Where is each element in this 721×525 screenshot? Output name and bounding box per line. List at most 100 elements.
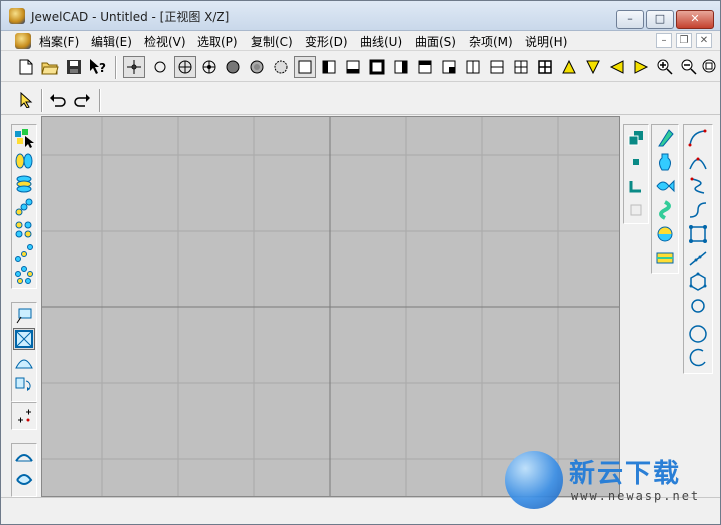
rotate-icon[interactable] — [13, 374, 35, 396]
filled-circle-icon[interactable] — [222, 56, 244, 78]
view-box-icon[interactable] — [13, 305, 35, 327]
menu-help[interactable]: 说明(H) — [525, 33, 567, 50]
menu-deform[interactable]: 变形(D) — [305, 33, 348, 50]
svg-text:?: ? — [99, 61, 106, 75]
jewelcad-window: JewelCAD - Untitled - [正视图 X/Z] – □ ✕ 档案… — [0, 0, 721, 525]
points-icon[interactable] — [13, 405, 35, 427]
watermark-title: 新云下载 — [569, 459, 682, 489]
curve-s-icon[interactable] — [687, 175, 709, 197]
main-toolbar: ? — [1, 54, 720, 82]
toolbar-separator — [115, 56, 117, 79]
jewelcad-app-icon[interactable] — [9, 8, 25, 24]
left-toolbar — [1, 116, 41, 497]
menu-surface[interactable]: 曲面(S) — [415, 33, 456, 50]
vertical-split-icon[interactable] — [462, 56, 484, 78]
minimize-button[interactable]: – — [616, 10, 644, 29]
vase-icon[interactable] — [654, 151, 676, 173]
top-left-view-icon[interactable] — [438, 56, 460, 78]
watermark-logo-icon — [505, 451, 563, 509]
mdi-restore-button[interactable]: ❐ — [676, 33, 692, 48]
tool-group-curve — [683, 124, 713, 374]
drawing-canvas[interactable] — [41, 116, 620, 497]
left-half-view-icon[interactable] — [318, 56, 340, 78]
redo-icon[interactable] — [71, 89, 93, 111]
gray-circle-icon[interactable] — [246, 56, 268, 78]
menu-edit[interactable]: 编辑(E) — [91, 33, 132, 50]
mdi-minimize-button[interactable]: – — [656, 33, 672, 48]
polyline-icon[interactable] — [687, 247, 709, 269]
array-icon[interactable] — [13, 196, 35, 218]
menu-misc[interactable]: 杂项(M) — [469, 33, 513, 50]
stack-icon[interactable] — [13, 173, 35, 195]
curve-step-icon[interactable] — [687, 199, 709, 221]
blank-square-icon[interactable] — [625, 199, 647, 221]
menu-bar: 档案(F) 编辑(E) 检视(V) 选取(P) 复制(C) 变形(D) 曲线(U… — [1, 31, 720, 51]
triangle-right-icon[interactable] — [630, 56, 652, 78]
square-view-icon[interactable] — [294, 56, 316, 78]
pick-point-icon[interactable] — [123, 56, 145, 78]
closed-curve-icon[interactable] — [687, 271, 709, 293]
frame-icon[interactable] — [13, 328, 35, 350]
ring-array-icon[interactable] — [13, 265, 35, 287]
title-bar[interactable]: JewelCAD - Untitled - [正视图 X/Z] – □ ✕ — [1, 1, 720, 31]
nib-icon[interactable] — [654, 127, 676, 149]
secondary-toolbar — [1, 85, 720, 115]
zoom-fit-icon[interactable] — [700, 56, 718, 78]
dashed-circle-icon[interactable] — [270, 56, 292, 78]
close-button[interactable]: ✕ — [676, 10, 714, 29]
scatter-icon[interactable] — [13, 242, 35, 264]
grid-four-alt-icon[interactable] — [534, 56, 556, 78]
tool-group-points — [11, 402, 37, 430]
small-circle-icon[interactable] — [687, 295, 709, 317]
save-disk-icon[interactable] — [63, 56, 85, 78]
bottom-view-icon[interactable] — [342, 56, 364, 78]
arc-curve-icon[interactable] — [687, 347, 709, 369]
triangle-up-icon[interactable] — [558, 56, 580, 78]
open-folder-icon[interactable] — [39, 56, 61, 78]
large-circle-icon[interactable] — [687, 323, 709, 345]
menu-file[interactable]: 档案(F) — [39, 33, 79, 50]
zoom-in-icon[interactable] — [654, 56, 676, 78]
curve-node-box-icon[interactable] — [687, 223, 709, 245]
select-arrow-icon[interactable] — [15, 89, 37, 111]
strip-icon[interactable] — [654, 247, 676, 269]
copy-objects-icon[interactable] — [625, 127, 647, 149]
dome-icon[interactable] — [13, 351, 35, 373]
mdi-close-button[interactable]: ✕ — [696, 33, 712, 48]
triangle-left-icon[interactable] — [606, 56, 628, 78]
menu-curve[interactable]: 曲线(U) — [360, 33, 402, 50]
undo-icon[interactable] — [47, 89, 69, 111]
maximize-button[interactable]: □ — [646, 10, 674, 29]
menu-copy[interactable]: 复制(C) — [251, 33, 293, 50]
right-toolbar — [620, 116, 720, 497]
select-multi-icon[interactable] — [13, 127, 35, 149]
zoom-out-icon[interactable] — [678, 56, 700, 78]
menu-view[interactable]: 检视(V) — [144, 33, 186, 50]
new-file-icon[interactable] — [15, 56, 37, 78]
thick-square-icon[interactable] — [366, 56, 388, 78]
group-icon[interactable] — [13, 219, 35, 241]
help-pointer-icon[interactable]: ? — [87, 56, 109, 78]
tool-group-surface — [651, 124, 679, 274]
right-half-view-icon[interactable] — [390, 56, 412, 78]
document-system-icon[interactable] — [15, 33, 31, 49]
top-view-icon[interactable] — [414, 56, 436, 78]
circle-cross-icon[interactable] — [174, 56, 196, 78]
arc-icon[interactable] — [13, 446, 35, 468]
spiral-surface-icon[interactable] — [654, 199, 676, 221]
curve-bridge-icon[interactable] — [687, 151, 709, 173]
curve-loop-icon[interactable] — [13, 469, 35, 491]
circle-plus-icon[interactable] — [198, 56, 220, 78]
curve-open-icon[interactable] — [687, 127, 709, 149]
window-title: JewelCAD - Untitled - [正视图 X/Z] — [31, 10, 230, 24]
dot-icon[interactable] — [625, 151, 647, 173]
grid-four-icon[interactable] — [510, 56, 532, 78]
horizontal-split-icon[interactable] — [486, 56, 508, 78]
triangle-down-icon[interactable] — [582, 56, 604, 78]
circle-icon[interactable] — [149, 56, 171, 78]
corner-icon[interactable] — [625, 175, 647, 197]
mirror-icon[interactable] — [13, 150, 35, 172]
fish-icon[interactable] — [654, 175, 676, 197]
shell-icon[interactable] — [654, 223, 676, 245]
menu-pick[interactable]: 选取(P) — [197, 33, 238, 50]
